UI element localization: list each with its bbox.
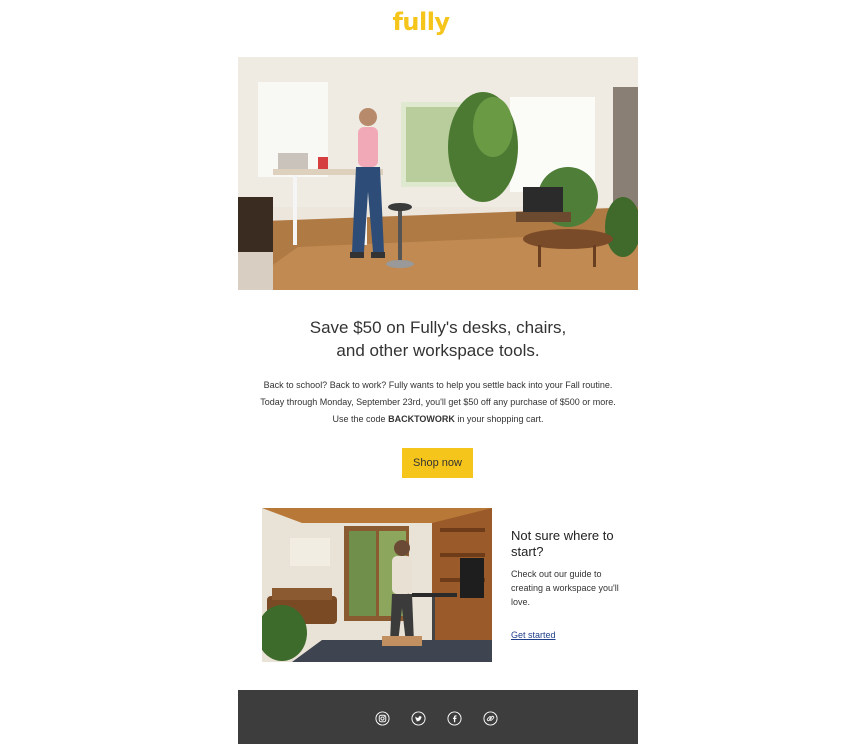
hero-image (238, 57, 638, 290)
link-icon[interactable] (483, 711, 498, 726)
headline-line-1: Save $50 on Fully's desks, chairs, (309, 318, 567, 337)
get-started-link[interactable]: Get started (511, 630, 556, 640)
facebook-icon[interactable] (447, 711, 462, 726)
promo-body-text: Back to school? Back to work? Fully want… (258, 377, 618, 428)
footer-bar (238, 690, 638, 744)
guide-title: Not sure where to start? (511, 528, 614, 559)
guide-text: Check out our guide to creating a worksp… (511, 569, 619, 607)
twitter-icon[interactable] (411, 711, 426, 726)
headline-line-2: and other workspace tools. (336, 341, 540, 360)
instagram-icon[interactable] (375, 711, 390, 726)
body-text-part-2: in your shopping cart. (454, 414, 544, 424)
guide-image (262, 508, 492, 662)
promo-headline: Save $50 on Fully's desks, chairs, and o… (238, 316, 638, 362)
promo-code: BACKTOWORK (388, 414, 455, 424)
brand-logo[interactable]: fully (0, 8, 842, 36)
shop-now-button[interactable]: Shop now (402, 448, 473, 478)
